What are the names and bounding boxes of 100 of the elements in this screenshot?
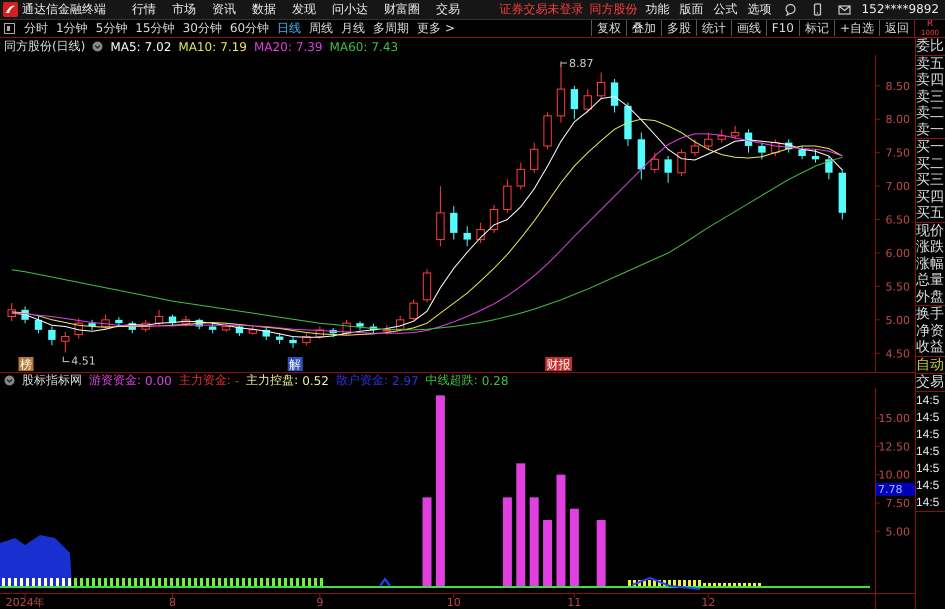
trade-time: 14:5 bbox=[916, 494, 940, 510]
menu-item[interactable]: 财富圈 bbox=[376, 0, 428, 18]
trade-time: 14:5 bbox=[916, 426, 940, 442]
price-axis-label: 5.50 bbox=[886, 280, 910, 294]
menu-item[interactable]: 版面 bbox=[674, 0, 709, 18]
legend-value: 7.19 bbox=[220, 40, 247, 54]
candlestick bbox=[624, 102, 632, 146]
price-axis-label: 6.50 bbox=[886, 214, 910, 227]
mode-label[interactable]: 自动 bbox=[916, 356, 945, 373]
legend-value: 0.52 bbox=[302, 374, 329, 388]
toolbar-button[interactable]: 复权 bbox=[590, 20, 626, 36]
period-tab[interactable]: 多周期 bbox=[369, 20, 414, 37]
menu-item[interactable]: 功能 bbox=[640, 0, 675, 18]
event-marker[interactable]: 解 bbox=[288, 357, 303, 372]
period-tab[interactable]: 5分钟 bbox=[92, 20, 132, 37]
date-axis-label: 11 bbox=[567, 596, 582, 609]
toolbar-button[interactable]: 标记 bbox=[798, 20, 834, 36]
legend-value: 7.43 bbox=[371, 40, 398, 54]
side-panel-label: 净资 bbox=[916, 322, 945, 339]
candlestick bbox=[664, 155, 672, 184]
legend-label: 主力资金: bbox=[178, 372, 231, 389]
period-tab[interactable]: 30分钟 bbox=[178, 20, 226, 37]
menu-item[interactable]: 交易 bbox=[428, 0, 468, 18]
period-tab[interactable]: 15分钟 bbox=[131, 20, 179, 37]
menu-item[interactable]: 数据 bbox=[244, 0, 284, 18]
dropdown-icon[interactable] bbox=[92, 41, 104, 52]
trade-time: 14:5 bbox=[916, 408, 940, 426]
trade-time: 14:5 bbox=[916, 442, 940, 460]
side-panel-label: 买五 bbox=[916, 205, 945, 222]
panel-toggle-icon[interactable] bbox=[4, 22, 15, 34]
legend-label: MA60: bbox=[330, 40, 368, 54]
legend-value: 0.28 bbox=[482, 374, 508, 388]
low-price-label: 4.51 bbox=[71, 354, 96, 368]
period-tab[interactable]: 更多 > bbox=[413, 20, 459, 37]
legend-label: 中线超跌: bbox=[426, 372, 478, 389]
side-panel-label: 涨跌 bbox=[916, 239, 945, 256]
period-tab[interactable]: 月线 bbox=[337, 20, 370, 37]
high-price-label: 8.87 bbox=[568, 57, 594, 70]
side-panel-label: 涨幅 bbox=[916, 256, 945, 272]
toolbar-button[interactable]: 画线 bbox=[730, 20, 766, 36]
toolbar-button[interactable]: F10 bbox=[766, 20, 799, 36]
menu-item[interactable]: 选项 bbox=[742, 0, 777, 18]
toolbar-button[interactable]: +自选 bbox=[834, 20, 879, 36]
side-panel-label: 委比 bbox=[916, 38, 945, 54]
toolbar-button[interactable]: 返回 bbox=[879, 20, 914, 36]
price-axis-label: 8.50 bbox=[886, 80, 910, 93]
trade-time: 14:5 bbox=[916, 476, 940, 494]
menu-item[interactable]: 资讯 bbox=[204, 0, 244, 18]
app-title: 通达信金融终端 bbox=[22, 0, 106, 18]
period-tab[interactable]: 1分钟 bbox=[52, 20, 92, 37]
side-panel-label: 外盘 bbox=[916, 288, 945, 305]
candlestick bbox=[464, 226, 471, 247]
menu-item[interactable]: 市场 bbox=[164, 0, 204, 18]
legend-label: 散户资金: bbox=[336, 372, 388, 389]
price-axis-label: 4.50 bbox=[886, 347, 910, 360]
current-value-tag: 7.78 bbox=[876, 482, 915, 496]
indicator-axis-label: 15.00 bbox=[878, 412, 910, 426]
indicator-axis-label: 12.50 bbox=[878, 440, 910, 454]
price-axis-label: 7.00 bbox=[886, 180, 910, 194]
candlestick bbox=[48, 326, 56, 346]
period-tab[interactable]: 60分钟 bbox=[226, 20, 274, 37]
legend-label: 主力控盘: bbox=[246, 372, 298, 389]
period-tab[interactable]: 周线 bbox=[305, 20, 338, 37]
chat-icon[interactable] bbox=[784, 2, 797, 16]
legend-value: 7.39 bbox=[296, 40, 323, 54]
price-axis-label: 6.00 bbox=[886, 246, 910, 260]
legend-value: 0.00 bbox=[145, 374, 172, 388]
price-axis-label: 8.00 bbox=[886, 113, 910, 126]
menu-item[interactable]: 发现 bbox=[284, 0, 324, 18]
side-panel-label: 卖二 bbox=[916, 105, 945, 122]
candlestick bbox=[436, 186, 445, 247]
side-panel-label: 卖四 bbox=[916, 72, 945, 88]
price-axis-label: 7.50 bbox=[886, 146, 910, 160]
menu-item[interactable]: 公式 bbox=[708, 0, 743, 18]
event-marker[interactable]: 财报 bbox=[545, 357, 572, 372]
area-drawing bbox=[0, 535, 72, 586]
legend-value: - bbox=[234, 374, 240, 388]
period-tab[interactable]: 日线 bbox=[273, 20, 306, 37]
menu-item[interactable]: 行情 bbox=[124, 0, 164, 18]
toolbar-button[interactable]: 叠加 bbox=[626, 20, 661, 36]
wave-drawing bbox=[632, 576, 700, 590]
toolbar-button[interactable]: 统计 bbox=[696, 20, 731, 36]
side-panel-label: 买四 bbox=[916, 188, 945, 205]
chart-title: 同方股份(日线) bbox=[4, 38, 86, 55]
status-notice[interactable]: 同方股份 bbox=[586, 0, 641, 18]
status-notice[interactable]: 证券交易未登录 bbox=[496, 0, 587, 18]
event-marker[interactable]: 榜 bbox=[18, 357, 34, 372]
mail-icon[interactable] bbox=[838, 2, 851, 16]
menu-item[interactable]: 问小达 bbox=[324, 0, 376, 18]
side-panel-label: 买一 bbox=[916, 139, 945, 156]
indicator-axis-label: 7.50 bbox=[886, 497, 910, 510]
account-number[interactable]: 152****9892 bbox=[862, 2, 939, 16]
side-panel-label: 卖一 bbox=[916, 122, 945, 138]
period-tab[interactable]: 分时 bbox=[20, 20, 52, 37]
candlestick bbox=[450, 206, 458, 240]
side-panel-label: 总量 bbox=[916, 272, 945, 288]
indicator-axis-label: 10.00 bbox=[878, 468, 910, 482]
toolbar-button[interactable]: 多股 bbox=[660, 20, 696, 36]
dropdown-icon[interactable] bbox=[4, 375, 15, 386]
wave-drawing bbox=[379, 577, 391, 587]
